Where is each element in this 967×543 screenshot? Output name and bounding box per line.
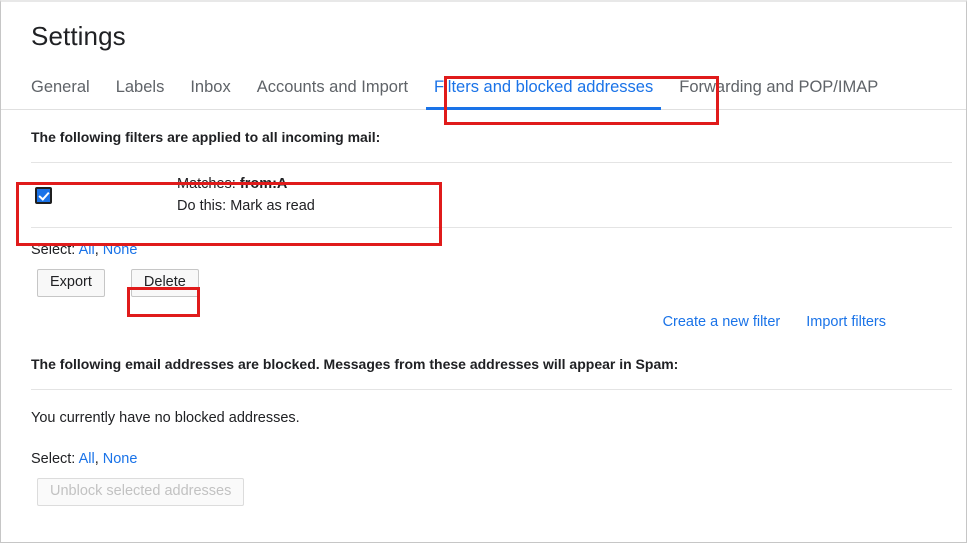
- filters-links-row: Create a new filter Import filters: [1, 297, 966, 330]
- delete-button[interactable]: Delete: [130, 269, 199, 297]
- filters-select-all-link[interactable]: All: [79, 242, 95, 258]
- filter-description: Matches: from:A Do this: Mark as read: [177, 173, 315, 217]
- filter-action-label: Do this:: [177, 198, 227, 214]
- page-title: Settings: [31, 21, 126, 51]
- create-new-filter-link[interactable]: Create a new filter: [663, 314, 781, 330]
- filter-action-line: Do this: Mark as read: [177, 195, 315, 217]
- filters-section-heading: The following filters are applied to all…: [31, 129, 381, 145]
- filter-matches-value: from:A: [239, 176, 288, 192]
- filter-checkbox-cell: [1, 186, 177, 204]
- blocked-select-label: Select:: [31, 451, 76, 467]
- filters-select-separator: ,: [94, 242, 99, 258]
- filter-row[interactable]: Matches: from:A Do this: Mark as read: [1, 163, 966, 227]
- tab-labels[interactable]: Labels: [116, 77, 165, 109]
- filters-select-none-link[interactable]: None: [103, 242, 138, 258]
- settings-page: Settings General Labels Inbox Accounts a…: [0, 0, 967, 543]
- blocked-select-separator: ,: [94, 451, 99, 467]
- filter-matches-label: Matches:: [177, 176, 236, 192]
- blocked-button-row: Unblock selected addresses: [1, 469, 966, 506]
- filter-matches-line: Matches: from:A: [177, 173, 315, 195]
- blocked-section-heading: The following email addresses are blocke…: [31, 356, 679, 372]
- export-button[interactable]: Export: [37, 269, 105, 297]
- filter-checkbox[interactable]: [35, 186, 52, 204]
- import-filters-link[interactable]: Import filters: [806, 314, 886, 330]
- blocked-select-none-link[interactable]: None: [103, 451, 138, 467]
- title-bar: Settings: [1, 2, 966, 66]
- filters-select-label: Select:: [31, 242, 76, 258]
- tab-forwarding-and-pop-imap[interactable]: Forwarding and POP/IMAP: [679, 77, 878, 109]
- tab-inbox[interactable]: Inbox: [190, 77, 230, 109]
- tab-accounts-and-import[interactable]: Accounts and Import: [257, 77, 408, 109]
- tab-filters-and-blocked-addresses[interactable]: Filters and blocked addresses: [426, 77, 662, 110]
- unblock-selected-addresses-button[interactable]: Unblock selected addresses: [37, 478, 245, 506]
- tab-general[interactable]: General: [31, 77, 90, 109]
- filter-action-value: Mark as read: [230, 198, 315, 214]
- settings-tabs: General Labels Inbox Accounts and Import…: [1, 66, 966, 110]
- filters-button-row: Export Delete: [1, 260, 966, 297]
- blocked-empty-message: You currently have no blocked addresses.: [31, 410, 300, 426]
- filters-select-row: Select: All, None: [1, 228, 966, 260]
- blocked-select-row: Select: All, None: [1, 428, 966, 469]
- blocked-select-all-link[interactable]: All: [79, 451, 95, 467]
